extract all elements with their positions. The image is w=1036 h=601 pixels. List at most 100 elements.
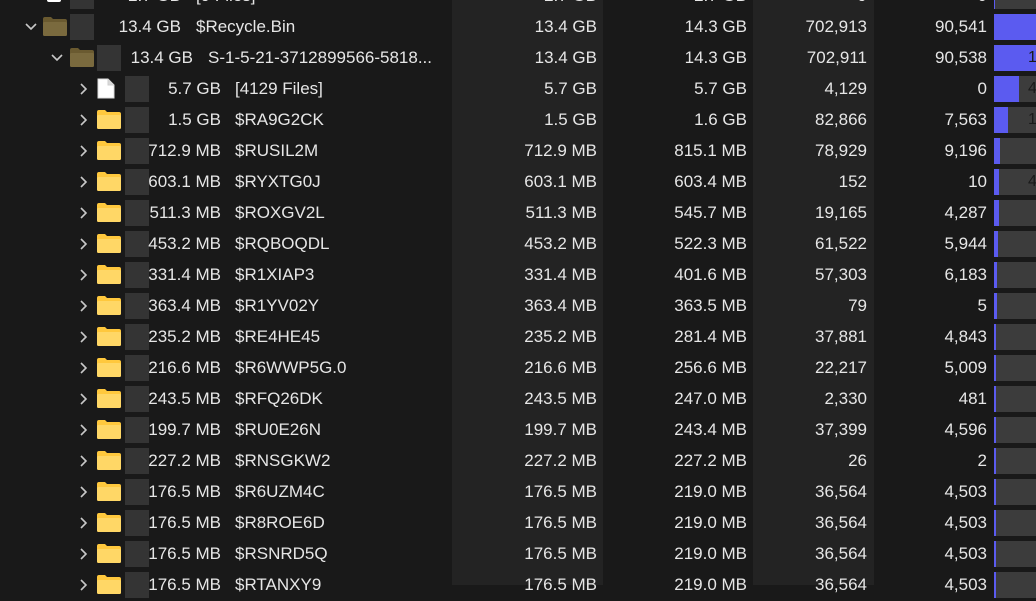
percent-bar — [994, 200, 1036, 226]
tree-row[interactable]: 227.2 MB $RNSGKW2 227.2 MB 227.2 MB 26 2 — [0, 445, 1036, 476]
chevron-right-icon[interactable] — [77, 166, 91, 197]
folders-cell: 4,843 — [944, 327, 987, 346]
chevron-right-icon[interactable] — [77, 321, 91, 352]
item-name: $ROXGV2L — [235, 203, 325, 222]
allocated-cell: 256.6 MB — [674, 358, 747, 377]
tree-row[interactable]: 235.2 MB $RE4HE45 235.2 MB 281.4 MB 37,881 4,… — [0, 321, 1036, 352]
tree-view[interactable]: 2.7 GB[9 Files]2.7 GB2.7 GB9013.4 GB$Rec… — [0, 0, 1036, 600]
chevron-right-icon[interactable] — [77, 414, 91, 445]
chevron-right-icon[interactable] — [77, 445, 91, 476]
item-name: $RSNRD5Q — [235, 544, 328, 563]
tree-size-label: 2.7 GB — [71, 0, 181, 11]
percent-label: 1 — [1028, 111, 1036, 128]
chevron-right-icon[interactable] — [77, 290, 91, 321]
item-name: [9 Files] — [196, 0, 256, 11]
tree-row[interactable]: 712.9 MB $RUSIL2M 712.9 MB 815.1 MB 78,929 9,… — [0, 135, 1036, 166]
allocated-cell: 227.2 MB — [674, 451, 747, 470]
tree-row[interactable]: 363.4 MB $R1YV02Y 363.4 MB 363.5 MB 79 5 — [0, 290, 1036, 321]
percent-fill — [994, 231, 998, 257]
tree-row[interactable]: 511.3 MB $ROXGV2L 511.3 MB 545.7 MB 19,165 4,… — [0, 197, 1036, 228]
folders-cell: 4,503 — [944, 482, 987, 501]
size-cell: 176.5 MB — [524, 513, 597, 532]
size-cell: 5.7 GB — [544, 79, 597, 98]
percent-bar — [994, 448, 1036, 474]
chevron-right-icon[interactable] — [77, 352, 91, 383]
chevron-right-icon[interactable] — [77, 228, 91, 259]
percent-fill — [994, 572, 996, 598]
size-cell: 227.2 MB — [524, 451, 597, 470]
files-cell: 79 — [848, 296, 867, 315]
folders-cell: 2 — [977, 451, 987, 470]
item-name: $RE4HE45 — [235, 327, 321, 346]
files-cell: 78,929 — [815, 141, 867, 160]
percent-bar — [994, 293, 1036, 319]
allocated-cell: 815.1 MB — [674, 141, 747, 160]
tree-size-label: 176.5 MB — [148, 544, 221, 563]
chevron-right-icon[interactable] — [77, 259, 91, 290]
folders-cell: 4,503 — [944, 513, 987, 532]
size-cell: 331.4 MB — [524, 265, 597, 284]
percent-fill — [994, 293, 997, 319]
tree-row[interactable]: 2.7 GB [9 Files] 2.7 GB 2.7 GB 9 0 — [0, 0, 1036, 11]
chevron-right-icon[interactable] — [77, 73, 91, 104]
tree-row[interactable]: 176.5 MB $RSNRD5Q 176.5 MB 219.0 MB 36,564 4,… — [0, 538, 1036, 569]
chevron-right-icon[interactable] — [77, 507, 91, 538]
chevron-down-icon[interactable] — [24, 0, 38, 11]
percent-bar — [994, 231, 1036, 257]
chevron-right-icon[interactable] — [77, 476, 91, 507]
size-cell: 2.7 GB — [470, 0, 597, 11]
tree-size-label: 453.2 MB — [148, 234, 221, 253]
allocated-cell: 14.3 GB — [684, 17, 747, 36]
tree-size-label: 227.2 MB — [148, 451, 221, 470]
allocated-cell: 522.3 MB — [674, 234, 747, 253]
tree-row[interactable]: 5.7 GB [4129 Files] 5.7 GB 5.7 GB 4,129 0 4 — [0, 73, 1036, 104]
tree-row[interactable]: 176.5 MB $R8ROE6D 176.5 MB 219.0 MB 36,564 4,… — [0, 507, 1036, 538]
files-cell: 702,913 — [805, 17, 867, 36]
size-cell: 13.4 GB — [534, 48, 597, 67]
chevron-down-icon[interactable] — [50, 42, 64, 73]
tree-row[interactable]: 603.1 MB $RYXTG0J 603.1 MB 603.4 MB 152 10 4 — [0, 166, 1036, 197]
folders-cell: 4,503 — [944, 544, 987, 563]
chevron-right-icon[interactable] — [77, 197, 91, 228]
chevron-right-icon[interactable] — [77, 135, 91, 166]
percent-bar — [994, 355, 1036, 381]
percent-fill — [994, 510, 996, 536]
allocated-cell: 363.5 MB — [674, 296, 747, 315]
chevron-right-icon[interactable] — [77, 383, 91, 414]
percent-bar — [994, 14, 1036, 40]
percent-bar — [994, 572, 1036, 598]
tree-row[interactable]: 13.4 GB $Recycle.Bin 13.4 GB 14.3 GB 702,913… — [0, 11, 1036, 42]
percent-fill — [994, 355, 996, 381]
tree-row[interactable]: 331.4 MB $R1XIAP3 331.4 MB 401.6 MB 57,303 6,… — [0, 259, 1036, 290]
tree-row[interactable]: 1.5 GB $RA9G2CK 1.5 GB 1.6 GB 82,866 7,563 1 — [0, 104, 1036, 135]
chevron-right-icon[interactable] — [77, 104, 91, 135]
tree-row[interactable]: 453.2 MB $RQBOQDL 453.2 MB 522.3 MB 61,522 5,… — [0, 228, 1036, 259]
files-cell: 4,129 — [824, 79, 867, 98]
percent-bar: 1 — [994, 107, 1036, 133]
tree-row[interactable]: 176.5 MB $R6UZM4C 176.5 MB 219.0 MB 36,564 4,… — [0, 476, 1036, 507]
percent-fill — [994, 479, 996, 505]
item-name: $RUSIL2M — [235, 141, 319, 160]
item-name: $RYXTG0J — [235, 172, 321, 191]
allocated-cell: 5.7 GB — [694, 79, 747, 98]
percent-label: 4 — [1028, 173, 1036, 190]
percent-bar — [994, 386, 1036, 412]
percent-label: 1 — [1028, 49, 1036, 66]
allocated-cell: 2.7 GB — [620, 0, 747, 11]
chevron-down-icon[interactable] — [24, 11, 38, 42]
checkbox-icon — [46, 0, 62, 11]
tree-row[interactable]: 216.6 MB $R6WWP5G.0 216.6 MB 256.6 MB 22,217… — [0, 352, 1036, 383]
tree-row[interactable]: 243.5 MB $RFQ26DK 243.5 MB 247.0 MB 2,330 481 — [0, 383, 1036, 414]
files-cell: 26 — [848, 451, 867, 470]
size-cell: 216.6 MB — [524, 358, 597, 377]
percent-bar — [994, 510, 1036, 536]
tree-size-label: 235.2 MB — [148, 327, 221, 346]
percent-bar: 4 — [994, 169, 1036, 195]
item-name: $Recycle.Bin — [196, 17, 296, 36]
tree-row[interactable]: 199.7 MB $RU0E26N 199.7 MB 243.4 MB 37,399 4,… — [0, 414, 1036, 445]
size-cell: 176.5 MB — [524, 482, 597, 501]
item-name: $R6WWP5G.0 — [235, 358, 347, 377]
chevron-right-icon[interactable] — [77, 538, 91, 569]
tree-row[interactable]: 13.4 GB S-1-5-21-3712899566-5818... 13.4 G… — [0, 42, 1036, 73]
tree-size-label: 243.5 MB — [148, 389, 221, 408]
